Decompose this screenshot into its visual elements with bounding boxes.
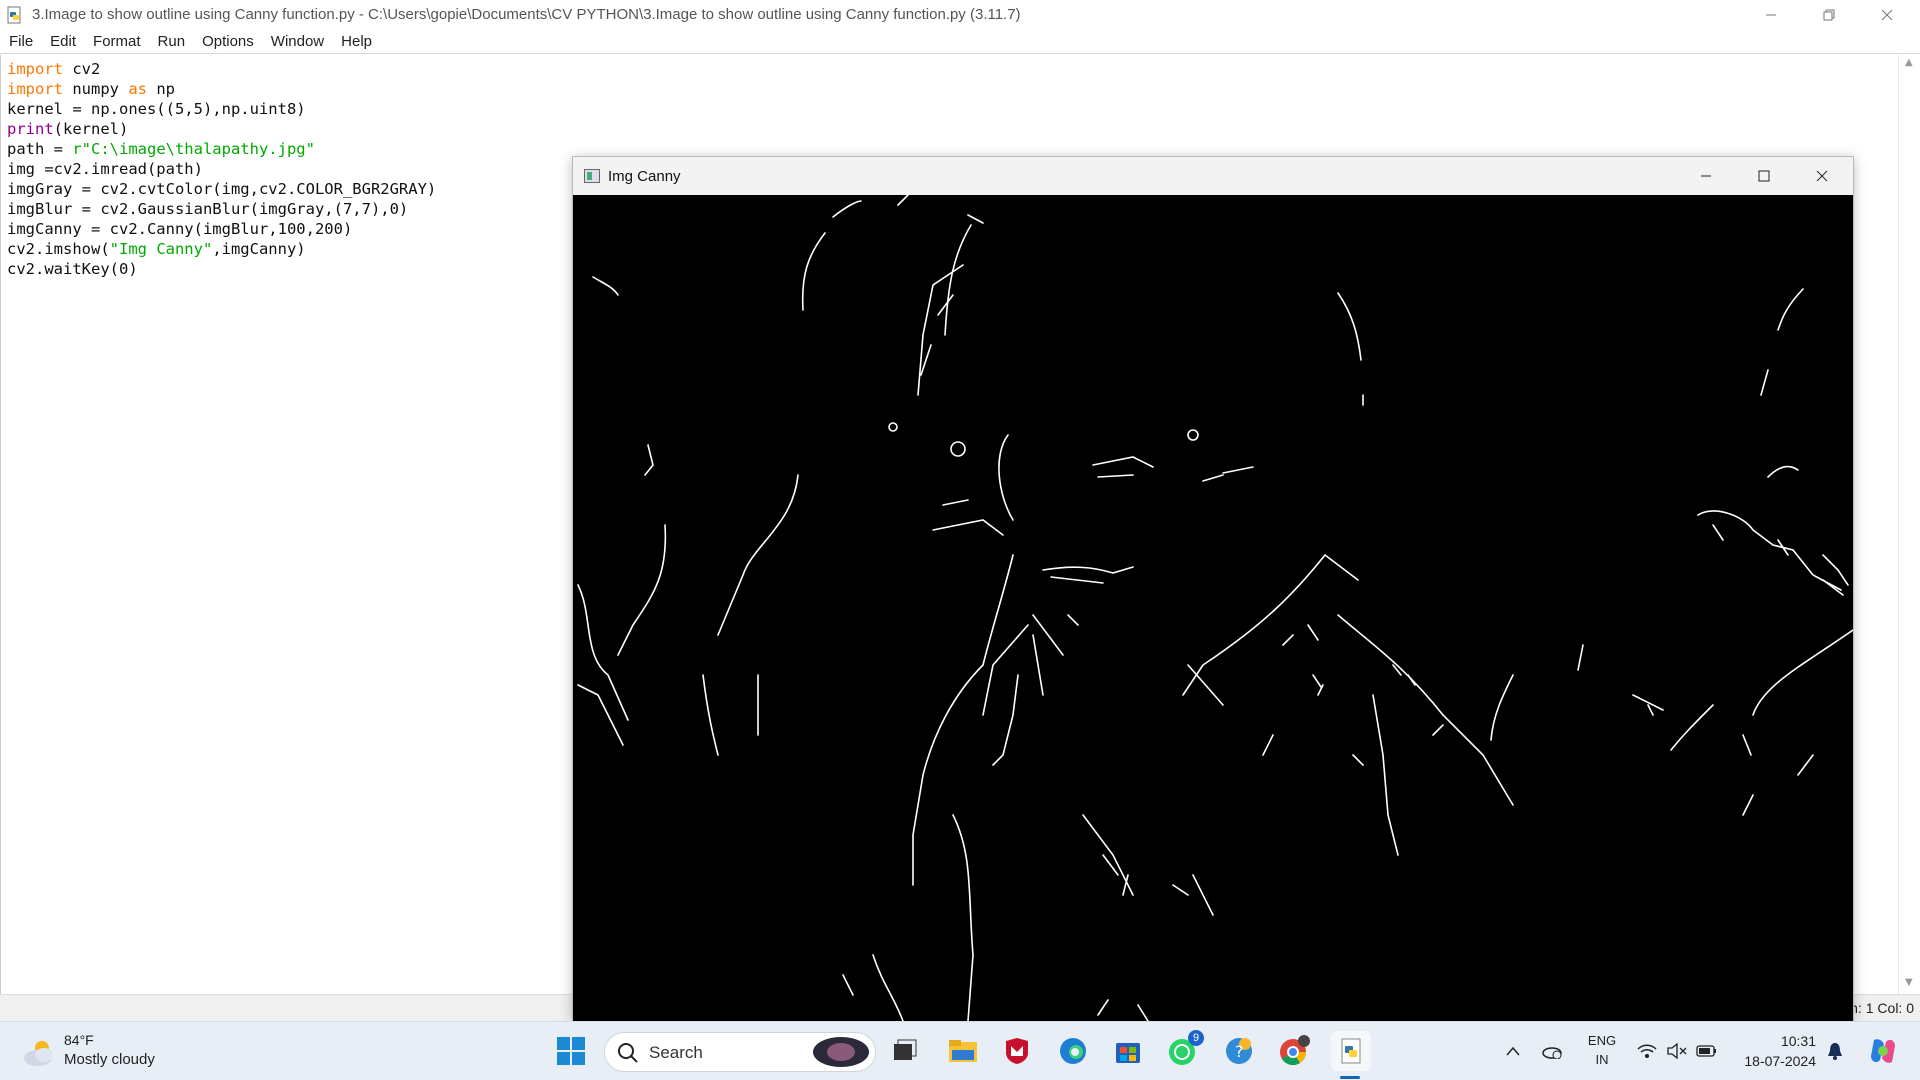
menu-file[interactable]: File <box>0 33 41 50</box>
code-token: cv2 <box>63 60 101 78</box>
canny-edge-image <box>573 195 1853 1021</box>
code-token: kernel = np.ones((5,5),np.uint8) <box>7 100 306 118</box>
edge-browser-icon[interactable] <box>1056 1034 1090 1068</box>
code-token: cv2.imshow( <box>7 240 110 258</box>
windows-start-icon[interactable] <box>554 1034 588 1068</box>
code-line[interactable]: imgGray = cv2.cvtColor(img,cv2.COLOR_BGR… <box>7 179 436 199</box>
whatsapp-badge: 9 <box>1188 1030 1204 1046</box>
language-code: ENG <box>1587 1033 1617 1048</box>
code-token: as <box>128 80 147 98</box>
onedrive-icon[interactable] <box>1541 1040 1563 1062</box>
code-line[interactable]: cv2.waitKey(0) <box>7 259 436 279</box>
close-button[interactable] <box>1858 0 1916 29</box>
code-line[interactable]: img =cv2.imread(path) <box>7 159 436 179</box>
code-token: ,imgCanny) <box>212 240 306 258</box>
code-token: "Img Canny" <box>109 240 213 258</box>
wifi-icon[interactable] <box>1636 1040 1658 1062</box>
menu-options[interactable]: Options <box>193 33 262 50</box>
code-line[interactable]: import cv2 <box>7 59 436 79</box>
clock-time: 10:31 <box>1780 1033 1816 1049</box>
menu-edit[interactable]: Edit <box>41 33 84 50</box>
python-idle-icon[interactable] <box>1331 1031 1371 1071</box>
code-token: img =cv2.imread(path) <box>7 160 203 178</box>
canny-titlebar[interactable]: Img Canny <box>573 157 1853 195</box>
taskbar: 84°F Mostly cloudy Search 9 ? ENG IN 10:… <box>0 1021 1920 1080</box>
menu-help[interactable]: Help <box>332 33 380 50</box>
code-token: imgGray = cv2.cvtColor(img,cv2.COLOR_BGR… <box>7 180 437 198</box>
code-token: import <box>7 60 63 78</box>
mcafee-icon[interactable] <box>1000 1034 1034 1068</box>
code-token: r"C:\image\thalapathy.jpg" <box>72 140 315 158</box>
active-app-indicator <box>1340 1076 1360 1079</box>
svg-text:?: ? <box>1235 1042 1244 1061</box>
code-token: path = <box>7 140 73 158</box>
volume-muted-icon[interactable] <box>1666 1040 1688 1062</box>
taskbar-search-box[interactable]: Search <box>604 1032 876 1072</box>
scroll-down-icon[interactable]: ▼ <box>1905 977 1915 988</box>
code-token: cv2.waitKey(0) <box>7 260 138 278</box>
chrome-browser-icon[interactable] <box>1277 1034 1311 1068</box>
python-file-icon <box>6 6 24 24</box>
code-line[interactable]: import numpy as np <box>7 79 436 99</box>
canny-window-title: Img Canny <box>608 167 681 185</box>
editor-window-title: 3.Image to show outline using Canny func… <box>32 6 1021 23</box>
code-token: print <box>7 120 54 138</box>
clock-date: 18-07-2024 <box>1744 1053 1816 1069</box>
cloudy-weather-icon <box>24 1041 53 1066</box>
code-line[interactable]: kernel = np.ones((5,5),np.uint8) <box>7 99 436 119</box>
minimize-button[interactable] <box>1742 0 1800 29</box>
code-token: (kernel) <box>53 120 129 138</box>
microsoft-store-icon[interactable] <box>1111 1034 1145 1068</box>
code-token: np <box>147 80 175 98</box>
battery-icon[interactable] <box>1696 1040 1718 1062</box>
editor-titlebar[interactable]: 3.Image to show outline using Canny func… <box>0 0 1920 29</box>
region-code: IN <box>1595 1052 1609 1067</box>
code-line[interactable]: path = r"C:\image\thalapathy.jpg" <box>7 139 436 159</box>
menu-window[interactable]: Window <box>262 33 332 50</box>
vertical-scrollbar[interactable]: ▲ ▼ <box>1898 55 1920 995</box>
weather-temperature: 84°F <box>64 1032 94 1048</box>
code-line[interactable]: imgBlur = cv2.GaussianBlur(imgGray,(7,7)… <box>7 199 436 219</box>
file-explorer-icon[interactable] <box>946 1034 980 1068</box>
restore-button[interactable] <box>1800 0 1858 29</box>
code-token: imgBlur = cv2.GaussianBlur(imgGray,(7,7)… <box>7 200 409 218</box>
menu-format[interactable]: Format <box>84 33 149 50</box>
language-indicator[interactable]: ENG IN <box>1584 1031 1620 1069</box>
notification-bell-icon[interactable] <box>1824 1040 1846 1062</box>
task-view-icon[interactable] <box>888 1034 922 1068</box>
menu-bar: File Edit Format Run Options Window Help <box>0 29 1920 54</box>
code-token: import <box>7 80 63 98</box>
img-canny-window: Img Canny <box>572 156 1854 1021</box>
code-line[interactable]: imgCanny = cv2.Canny(imgBlur,100,200) <box>7 219 436 239</box>
search-icon <box>618 1043 638 1063</box>
menu-run[interactable]: Run <box>149 33 194 50</box>
canny-minimize-button[interactable] <box>1677 157 1735 195</box>
code-token: numpy <box>63 80 129 98</box>
canny-maximize-button[interactable] <box>1735 157 1793 195</box>
whatsapp-icon[interactable]: 9 <box>1166 1030 1204 1068</box>
code-line[interactable]: print(kernel) <box>7 119 436 139</box>
opencv-window-icon <box>584 169 600 183</box>
code-line[interactable]: cv2.imshow("Img Canny",imgCanny) <box>7 239 436 259</box>
show-hidden-icons-chevron-icon[interactable] <box>1502 1040 1524 1062</box>
scroll-up-icon[interactable]: ▲ <box>1905 57 1915 68</box>
help-get-started-icon[interactable]: ? <box>1222 1034 1256 1068</box>
weather-widget[interactable]: 84°F Mostly cloudy <box>20 1030 180 1074</box>
system-clock[interactable]: 10:31 18-07-2024 <box>1732 1031 1816 1071</box>
copilot-icon[interactable] <box>1868 1036 1898 1066</box>
weather-condition: Mostly cloudy <box>64 1051 155 1068</box>
code-text[interactable]: import cv2 import numpy as np kernel = np.… <box>7 59 436 279</box>
code-token: imgCanny = cv2.Canny(imgBlur,100,200) <box>7 220 353 238</box>
search-highlight-icon <box>813 1037 869 1067</box>
search-label: Search <box>649 1043 703 1062</box>
canny-close-button[interactable] <box>1793 157 1851 195</box>
